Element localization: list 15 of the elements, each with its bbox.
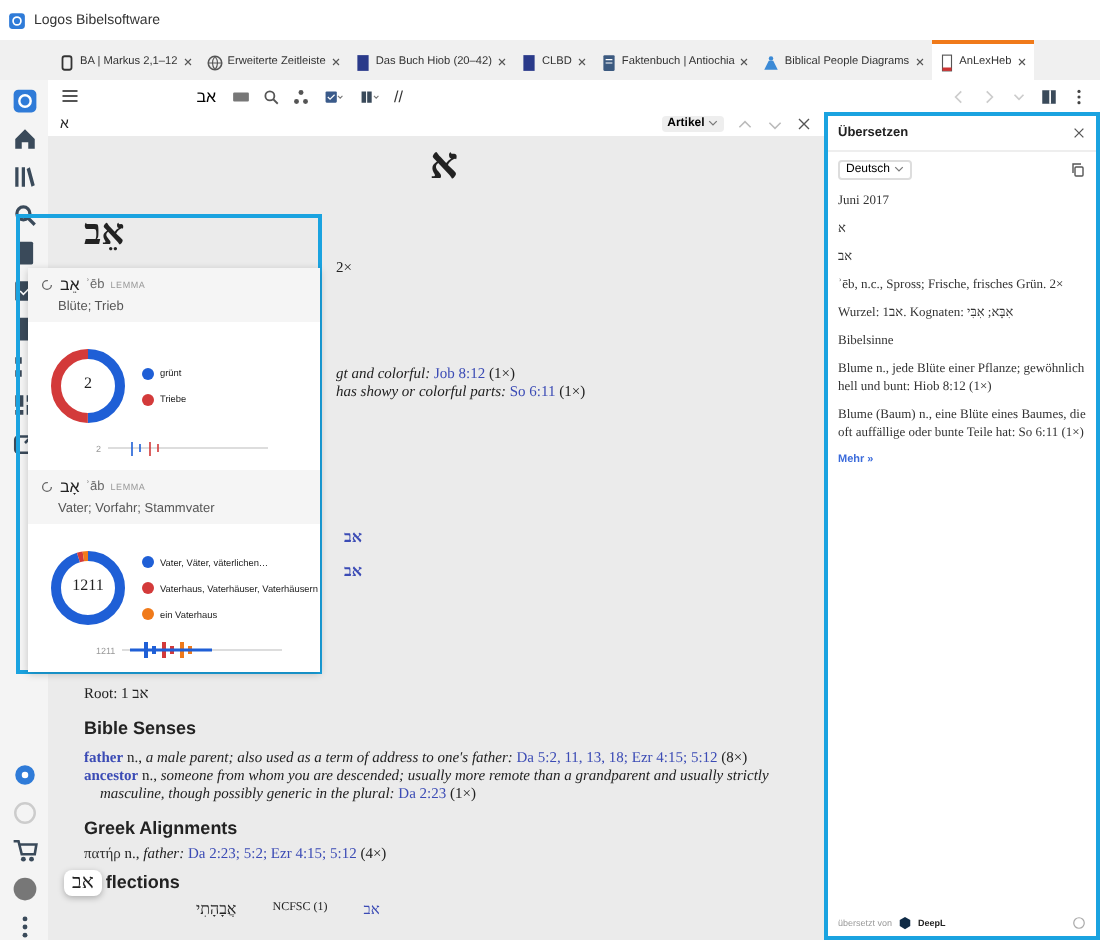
section-heading: Bible Senses <box>84 718 199 740</box>
section-heading: flections <box>105 872 180 894</box>
inflection-form: אֲבָהָתִי <box>196 900 237 918</box>
section-heading: Greek Alignments <box>84 818 240 840</box>
word-link[interactable]: אב <box>344 562 362 580</box>
hover-chip[interactable]: אב <box>64 870 102 896</box>
letter-heading: א <box>427 140 461 188</box>
search-field[interactable]: אב <box>92 87 220 105</box>
word-link[interactable]: אב <box>344 528 362 546</box>
total-count: 1211 <box>70 576 106 594</box>
total-count: 2 <box>82 374 94 392</box>
headword: אֵב <box>84 212 125 252</box>
lemma: אָב <box>60 478 80 496</box>
lemma: אֵב <box>60 276 80 294</box>
separator-symbol[interactable]: // <box>394 87 403 105</box>
